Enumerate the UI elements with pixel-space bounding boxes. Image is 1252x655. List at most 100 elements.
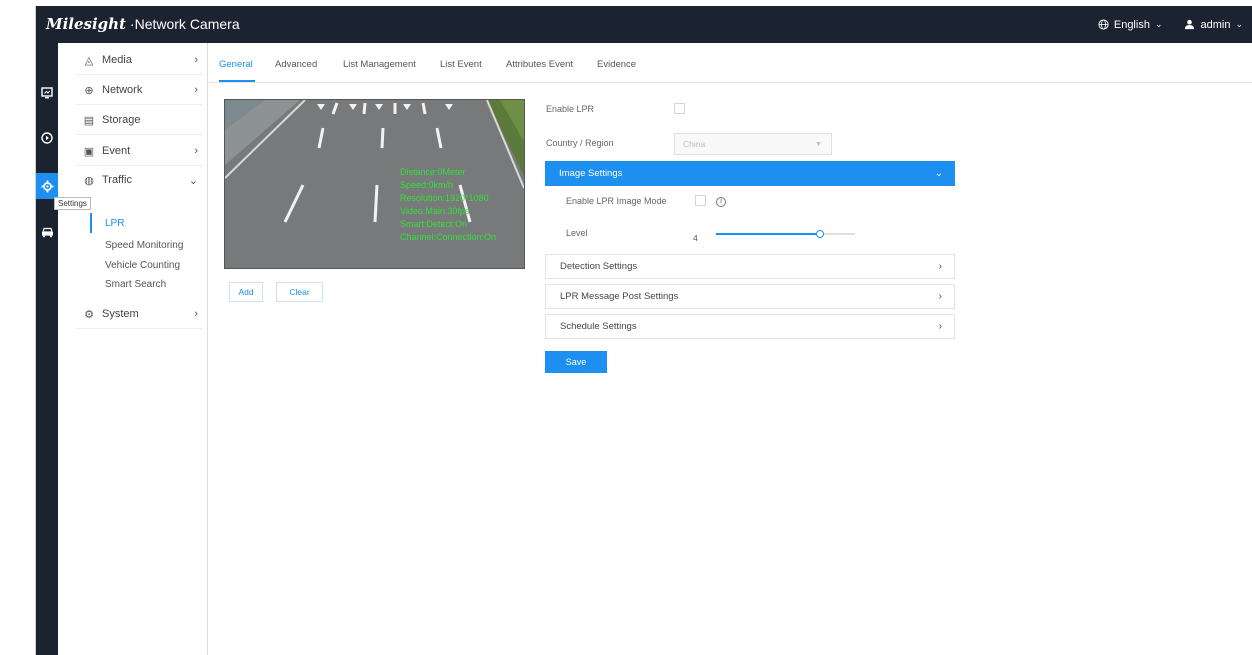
osd-line: Distance:0Meter bbox=[400, 167, 466, 177]
chevron-down-icon: ⌄ bbox=[188, 174, 198, 187]
country-region-select[interactable]: China ▼ bbox=[674, 133, 832, 155]
schedule-settings-label: Schedule Settings bbox=[560, 321, 637, 332]
left-rail: Settings bbox=[36, 43, 91, 655]
tab-list-event[interactable]: List Event bbox=[440, 59, 482, 70]
tab-evidence[interactable]: Evidence bbox=[597, 59, 636, 70]
rail-item-live-view[interactable] bbox=[36, 80, 58, 106]
detection-settings-panel-header[interactable]: Detection Settings › bbox=[545, 254, 955, 279]
network-icon: ⊕ bbox=[84, 84, 94, 97]
chevron-down-icon: ⌄ bbox=[1154, 19, 1163, 29]
user-label: admin bbox=[1200, 18, 1231, 31]
vehicle-icon bbox=[41, 227, 53, 238]
brand-title: Network Camera bbox=[134, 16, 240, 32]
osd-line: Smart:Detect:On bbox=[400, 219, 468, 229]
chevron-right-icon: › bbox=[194, 54, 198, 66]
chevron-right-icon: › bbox=[194, 84, 198, 96]
menu-item-label: Network bbox=[102, 84, 143, 96]
rail-item-settings[interactable] bbox=[36, 173, 58, 199]
chevron-right-icon: › bbox=[938, 261, 942, 272]
rail-item-playback[interactable] bbox=[36, 125, 58, 151]
menu-divider bbox=[76, 328, 202, 329]
enable-lpr-checkbox[interactable] bbox=[674, 103, 685, 114]
sub-item-smart-search[interactable]: Smart Search bbox=[105, 279, 166, 290]
tab-general[interactable]: General bbox=[219, 59, 253, 70]
image-settings-label: Image Settings bbox=[559, 168, 623, 179]
detection-settings-label: Detection Settings bbox=[560, 261, 638, 272]
level-slider-fill bbox=[716, 233, 821, 235]
chevron-down-icon: ⌄ bbox=[934, 168, 943, 179]
menu-item-network[interactable]: ⊕ Network › bbox=[58, 78, 208, 102]
menu-item-label: Traffic bbox=[102, 174, 132, 186]
settings-menu: ◬ Media › ⊕ Network › ▤ Storage ▣ Event … bbox=[58, 43, 208, 655]
menu-item-label: Storage bbox=[102, 114, 141, 126]
brand-logo: Milesight bbox=[46, 15, 127, 33]
save-button[interactable]: Save bbox=[545, 351, 607, 373]
menu-divider bbox=[76, 134, 202, 135]
playback-icon bbox=[41, 132, 53, 144]
enable-lpr-image-mode-label: Enable LPR Image Mode bbox=[566, 196, 667, 206]
chevron-down-icon: ⌄ bbox=[1235, 19, 1243, 29]
system-icon: ⚙ bbox=[84, 308, 94, 321]
storage-icon: ▤ bbox=[83, 114, 95, 127]
chevron-right-icon: › bbox=[938, 321, 942, 332]
app-frame: Milesight ·Network Camera English ⌄ admi… bbox=[35, 6, 1252, 655]
menu-item-media[interactable]: ◬ Media › bbox=[58, 48, 208, 72]
user-icon bbox=[1185, 19, 1195, 30]
globe-icon bbox=[1098, 19, 1109, 30]
menu-item-traffic[interactable]: ◍ Traffic ⌄ bbox=[58, 168, 208, 192]
tab-bar: General Advanced List Management List Ev… bbox=[209, 43, 1252, 83]
chevron-right-icon: › bbox=[194, 308, 198, 320]
tab-list-management[interactable]: List Management bbox=[343, 59, 416, 70]
menu-item-label: Event bbox=[102, 145, 131, 157]
sub-item-lpr[interactable]: LPR bbox=[105, 218, 124, 229]
image-settings-panel-header[interactable]: Image Settings ⌄ bbox=[545, 161, 955, 186]
add-button[interactable]: Add bbox=[229, 282, 263, 302]
schedule-settings-panel-header[interactable]: Schedule Settings › bbox=[545, 314, 955, 339]
menu-divider bbox=[76, 74, 202, 75]
brand: Milesight ·Network Camera bbox=[46, 15, 240, 33]
active-indicator bbox=[90, 213, 92, 233]
lpr-message-post-panel-header[interactable]: LPR Message Post Settings › bbox=[545, 284, 955, 309]
menu-divider bbox=[76, 104, 202, 105]
user-dropdown[interactable]: admin ⌄ bbox=[1184, 19, 1243, 31]
top-right-controls: English ⌄ admin ⌄ bbox=[1098, 6, 1243, 43]
settings-icon bbox=[41, 180, 53, 192]
menu-item-label: Media bbox=[102, 54, 132, 66]
info-icon[interactable]: i bbox=[716, 197, 726, 207]
osd-overlay: Distance:0Meter Speed:0km/h Resolution:1… bbox=[400, 166, 496, 244]
top-bar: Milesight ·Network Camera English ⌄ admi… bbox=[36, 6, 1252, 43]
country-region-value: China bbox=[683, 139, 706, 149]
enable-lpr-image-mode-checkbox[interactable] bbox=[695, 195, 706, 206]
clear-button[interactable]: Clear bbox=[276, 282, 323, 302]
level-label: Level bbox=[566, 228, 588, 238]
osd-line: Speed:0km/h bbox=[400, 180, 454, 190]
menu-item-storage[interactable]: ▤ Storage bbox=[58, 108, 208, 132]
enable-lpr-label: Enable LPR bbox=[546, 104, 595, 114]
osd-line: Resolution:1920*1080 bbox=[400, 193, 489, 203]
language-dropdown[interactable]: English ⌄ bbox=[1098, 19, 1163, 31]
tab-active-underline bbox=[219, 80, 255, 82]
tab-attributes-event[interactable]: Attributes Event bbox=[506, 59, 573, 70]
sub-item-vehicle-counting[interactable]: Vehicle Counting bbox=[105, 260, 180, 271]
level-slider[interactable] bbox=[716, 230, 855, 238]
settings-tooltip: Settings bbox=[54, 197, 91, 210]
chevron-right-icon: › bbox=[938, 291, 942, 302]
level-slider-handle[interactable] bbox=[816, 230, 825, 238]
menu-item-system[interactable]: ⚙ System › bbox=[58, 302, 208, 326]
chevron-right-icon: › bbox=[194, 145, 198, 157]
tab-advanced[interactable]: Advanced bbox=[275, 59, 317, 70]
menu-divider bbox=[76, 165, 202, 166]
monitor-icon bbox=[41, 87, 53, 99]
level-value: 4 bbox=[693, 233, 698, 243]
menu-item-label: System bbox=[102, 308, 139, 320]
osd-line: Channel:Connection:On bbox=[400, 232, 497, 242]
camera-preview[interactable]: Distance:0Meter Speed:0km/h Resolution:1… bbox=[224, 99, 525, 269]
rail-item-vehicle[interactable] bbox=[36, 219, 58, 245]
lpr-message-post-label: LPR Message Post Settings bbox=[560, 291, 679, 302]
chevron-down-icon: ▼ bbox=[815, 140, 822, 148]
sub-item-speed-monitoring[interactable]: Speed Monitoring bbox=[105, 240, 183, 251]
menu-item-event[interactable]: ▣ Event › bbox=[58, 139, 208, 163]
osd-line: Video:Main:30fps bbox=[400, 206, 470, 216]
event-icon: ▣ bbox=[83, 145, 95, 158]
media-icon: ◬ bbox=[84, 54, 94, 67]
